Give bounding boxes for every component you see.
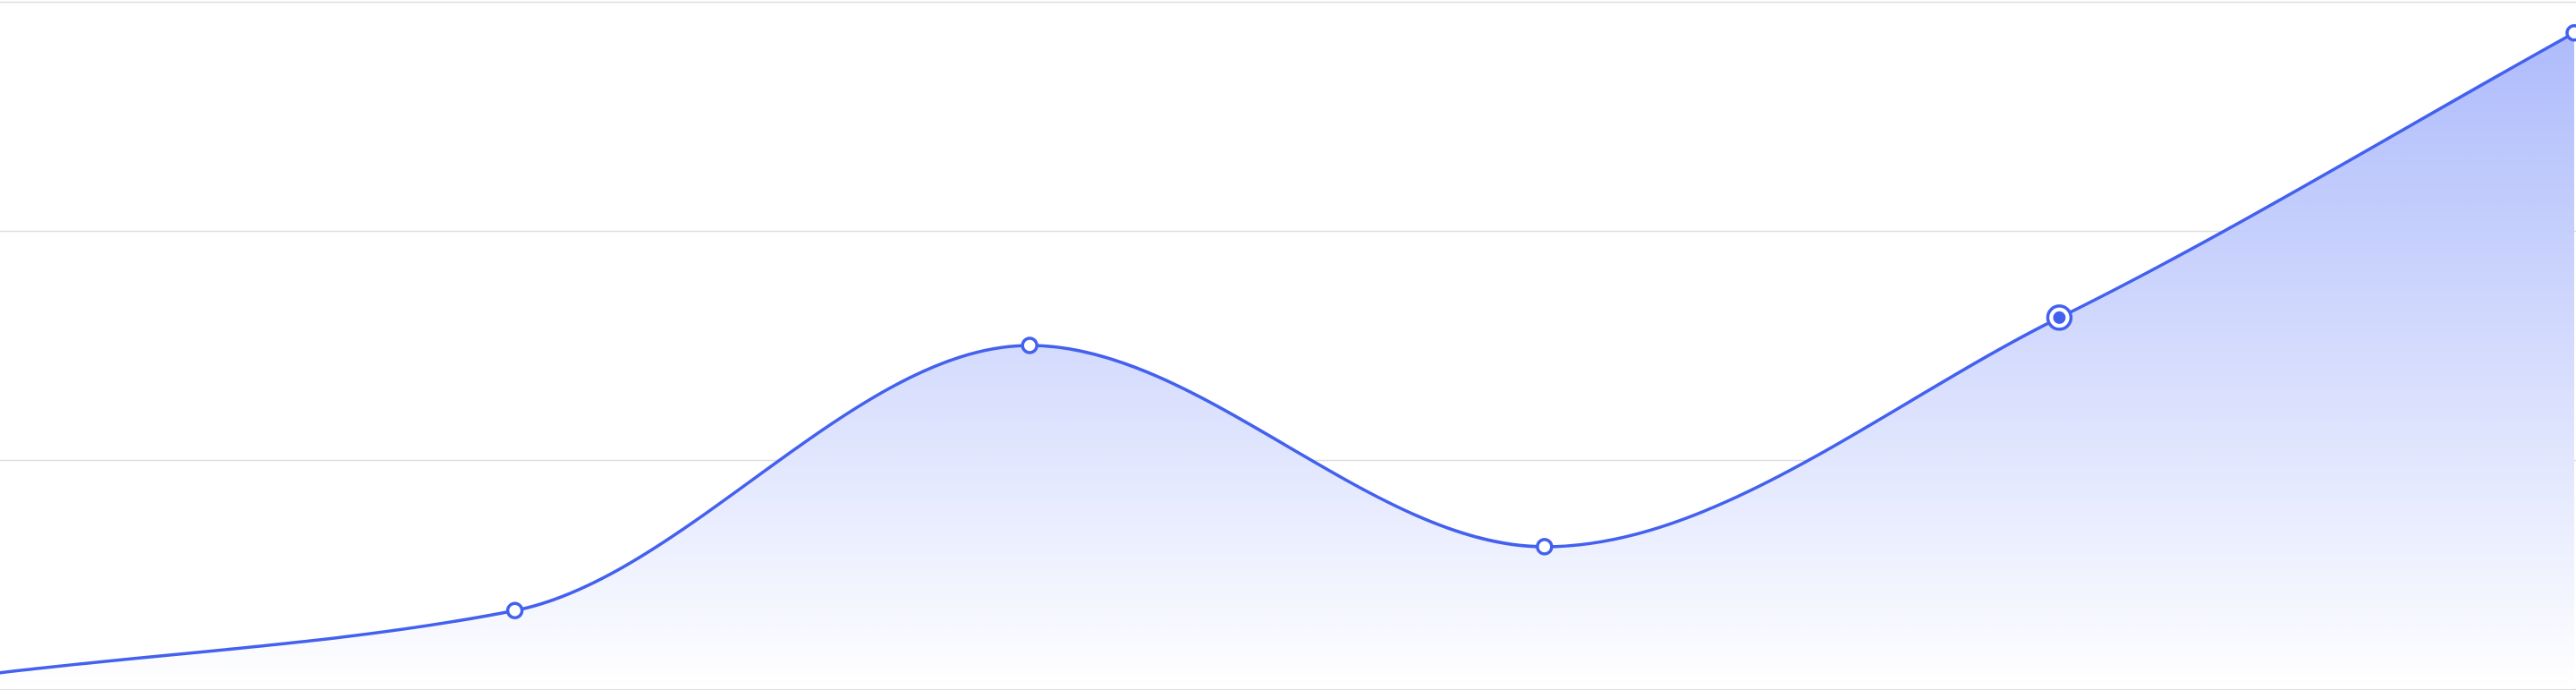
data-point-highlighted-core [2053,311,2066,324]
data-point [2565,23,2576,42]
data-point [1536,538,1554,556]
series-area [0,32,2574,689]
area-chart [0,0,2576,690]
data-point [505,601,524,619]
data-point [1021,336,1038,354]
chart-canvas [0,1,2576,690]
